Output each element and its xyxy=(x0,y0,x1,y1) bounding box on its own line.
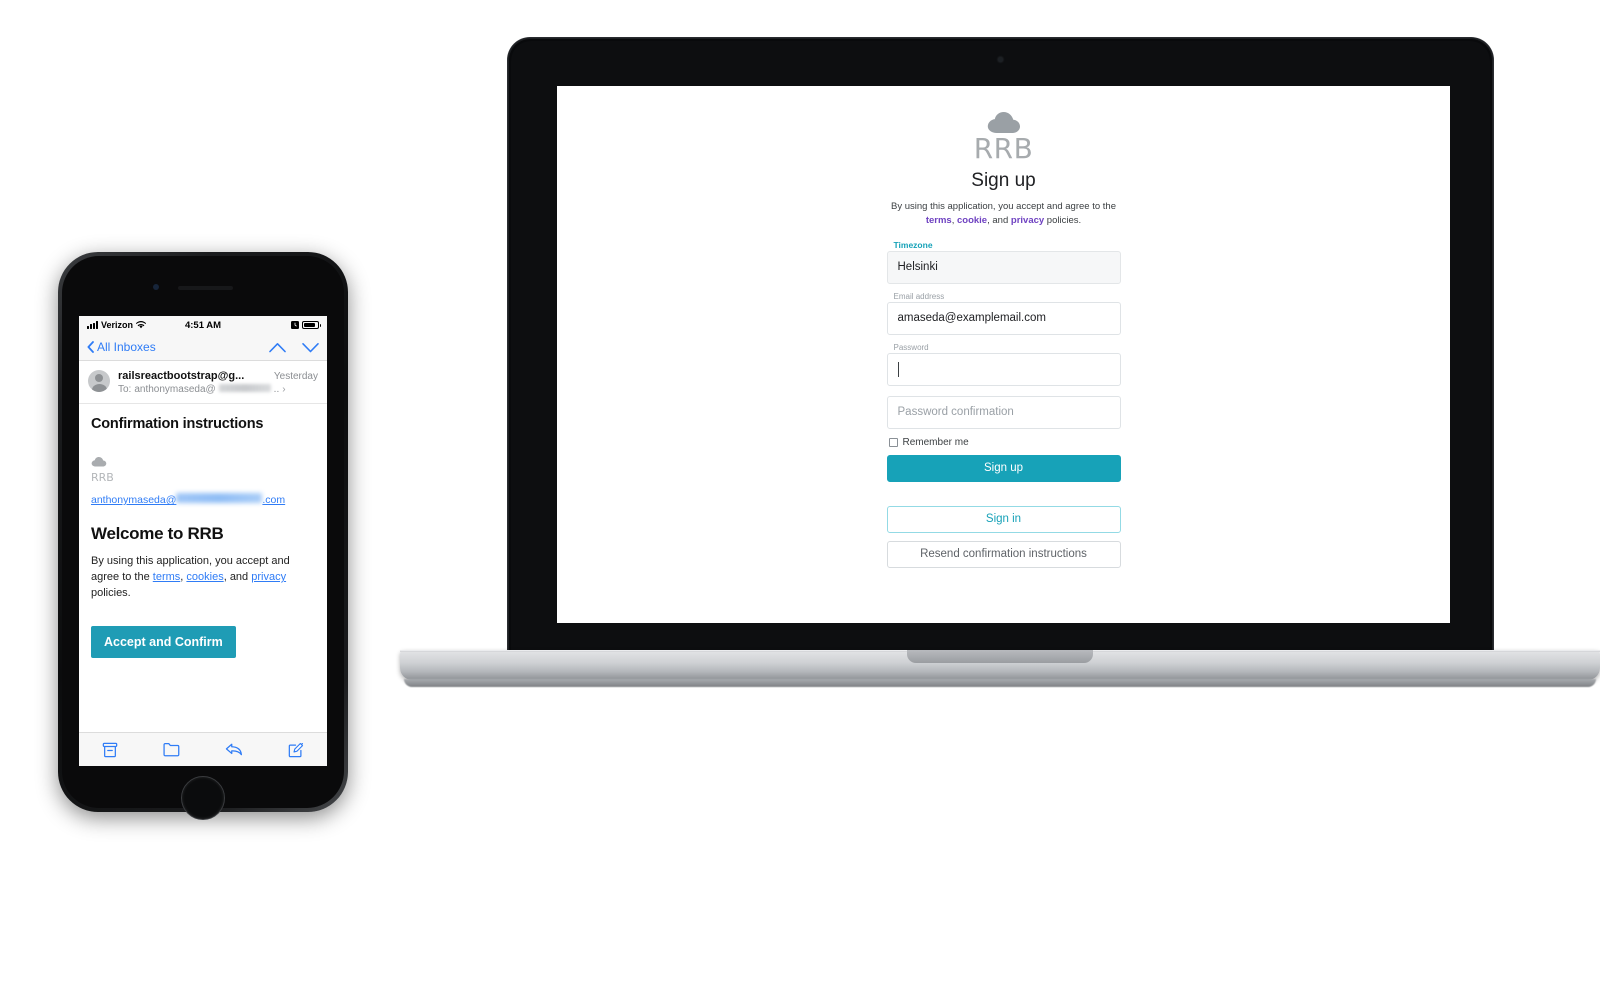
compose-icon[interactable] xyxy=(288,742,304,758)
mail-to-prefix: To: xyxy=(118,384,132,395)
laptop-base xyxy=(400,650,1600,687)
text-caret xyxy=(897,361,899,377)
phone-speaker xyxy=(178,285,233,290)
mail-nav-arrows xyxy=(269,342,319,353)
laptop-camera-icon xyxy=(998,57,1003,62)
resend-confirmation-button[interactable]: Resend confirmation instructions xyxy=(886,540,1121,568)
laptop-device: RRB Sign up By using this application, y… xyxy=(400,20,1600,710)
carrier-label: Verizon xyxy=(101,320,134,330)
legal-tail: policies. xyxy=(1044,214,1082,226)
reply-icon[interactable] xyxy=(225,742,243,757)
status-bar: Verizon 4:51 AM xyxy=(79,316,327,334)
timezone-value: Helsinki xyxy=(897,261,938,274)
mail-welcome-heading: Welcome to RRB xyxy=(91,524,224,543)
password-confirmation-placeholder: Password confirmation xyxy=(897,406,1014,419)
mail-brand-logo-text: RRB xyxy=(91,471,114,484)
redacted-domain xyxy=(218,384,271,392)
password-label: Password xyxy=(893,342,929,352)
laptop-bezel: RRB Sign up By using this application, y… xyxy=(511,41,1490,655)
redacted-domain-body xyxy=(176,493,263,503)
page-title: Sign up xyxy=(971,170,1036,191)
mail-legal-text: By using this application, you accept an… xyxy=(91,554,315,602)
laptop-screen: RRB Sign up By using this application, y… xyxy=(557,86,1450,623)
mail-cookies-link[interactable]: cookies xyxy=(186,571,223,583)
mail-navbar: All Inboxes xyxy=(79,334,327,361)
phone-screen: Verizon 4:51 AM All Inboxes railsreactbo… xyxy=(79,316,327,766)
recipient-suffix: .com xyxy=(262,494,286,506)
mail-date: Yesterday xyxy=(273,371,318,382)
signal-bars-icon xyxy=(87,321,98,329)
password-confirmation-input[interactable]: Password confirmation xyxy=(886,395,1121,429)
back-to-inboxes-button[interactable]: All Inboxes xyxy=(87,340,269,354)
folder-icon[interactable] xyxy=(163,742,180,757)
mail-privacy-link[interactable]: privacy xyxy=(251,571,286,583)
email-value: amaseda@examplemail.com xyxy=(897,312,1046,325)
laptop-base-foot xyxy=(404,679,1596,687)
brand-logo-text: RRB xyxy=(973,132,1034,165)
mail-terms-link[interactable]: terms xyxy=(153,571,181,583)
archive-icon[interactable] xyxy=(102,742,118,758)
chevron-down-icon[interactable] xyxy=(302,342,319,353)
screenshot-stage: RRB Sign up By using this application, y… xyxy=(0,0,1600,1000)
status-bar-right xyxy=(221,320,322,330)
phone-home-button[interactable] xyxy=(181,776,225,820)
cookie-link[interactable]: cookie xyxy=(957,215,987,226)
mail-header-line-2: To: anthonymaseda@ .. › xyxy=(118,384,318,395)
laptop-base-notch xyxy=(907,650,1093,663)
avatar xyxy=(88,370,110,392)
remember-me-checkbox[interactable] xyxy=(888,437,898,447)
phone-body: Verizon 4:51 AM All Inboxes railsreactbo… xyxy=(58,252,348,820)
chevron-left-icon xyxy=(87,341,94,353)
phone-device: Verizon 4:51 AM All Inboxes railsreactbo… xyxy=(58,252,348,820)
mail-header-line-1: railsreactbootstrap@g... Yesterday xyxy=(118,370,318,382)
terms-link[interactable]: terms xyxy=(926,215,952,226)
recipient-prefix: anthonymaseda@ xyxy=(91,494,177,506)
remember-me-label: Remember me xyxy=(902,436,969,448)
status-bar-left: Verizon xyxy=(87,320,185,330)
signup-button[interactable]: Sign up xyxy=(886,454,1121,482)
legal-lead: By using this application, you accept an… xyxy=(891,201,1116,212)
mail-toolbar xyxy=(79,732,327,766)
mail-header-text: railsreactbootstrap@g... Yesterday To: a… xyxy=(118,370,318,395)
password-input[interactable] xyxy=(886,352,1121,386)
chevron-up-icon[interactable] xyxy=(269,342,286,353)
email-label: Email address xyxy=(893,291,945,301)
signup-page: RRB Sign up By using this application, y… xyxy=(557,86,1450,623)
mail-legal-sep-2: , and xyxy=(223,570,252,583)
email-input[interactable]: amaseda@examplemail.com xyxy=(886,301,1121,335)
brand-logo: RRB xyxy=(887,112,1121,163)
field-email: Email address amaseda@examplemail.com xyxy=(886,291,1121,335)
chevron-right-icon[interactable]: › xyxy=(282,384,285,395)
privacy-link[interactable]: privacy xyxy=(1011,215,1044,226)
mail-subject: Confirmation instructions xyxy=(91,416,264,432)
mail-legal-tail: policies. xyxy=(91,586,131,599)
remember-me-row[interactable]: Remember me xyxy=(887,437,1121,448)
mail-sender: railsreactbootstrap@g... xyxy=(118,370,245,382)
legal-notice: By using this application, you accept an… xyxy=(887,200,1121,228)
timezone-label: Timezone xyxy=(893,239,933,250)
cloud-icon xyxy=(987,112,1020,133)
wifi-icon xyxy=(136,321,147,329)
field-timezone: Timezone Helsinki xyxy=(886,239,1121,284)
timezone-input[interactable]: Helsinki xyxy=(886,250,1121,284)
status-bar-time: 4:51 AM xyxy=(184,319,222,331)
legal-sep-2: , and xyxy=(987,214,1011,226)
mail-body: Confirmation instructions RRB anthonymas… xyxy=(79,404,327,658)
mail-header-row[interactable]: railsreactbootstrap@g... Yesterday To: a… xyxy=(79,361,327,404)
laptop-lid: RRB Sign up By using this application, y… xyxy=(508,38,1493,658)
signin-button[interactable]: Sign in xyxy=(886,505,1121,533)
mail-recipient-link[interactable]: anthonymaseda@ .com xyxy=(91,493,315,506)
cloud-icon xyxy=(91,457,107,467)
alarm-icon xyxy=(291,321,300,329)
mail-to-suffix: .. xyxy=(273,384,280,395)
battery-icon xyxy=(302,320,322,330)
back-label: All Inboxes xyxy=(97,340,156,354)
phone-front-camera-icon xyxy=(153,284,159,290)
field-password: Password xyxy=(886,342,1121,386)
mail-recipient: anthonymaseda@ xyxy=(134,384,216,395)
mail-brand-logo: RRB xyxy=(91,454,315,483)
field-password-confirmation: Password confirmation xyxy=(886,395,1121,429)
accept-and-confirm-button[interactable]: Accept and Confirm xyxy=(91,625,236,658)
